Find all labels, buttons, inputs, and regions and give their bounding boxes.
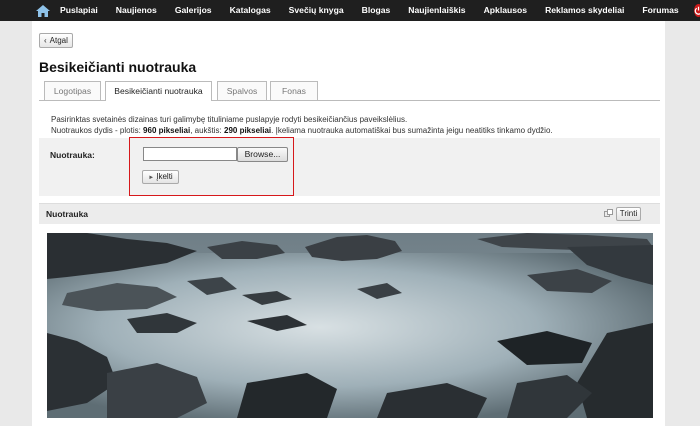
- delete-button[interactable]: Trinti: [616, 207, 641, 221]
- tab-logotipas[interactable]: Logotipas: [44, 81, 101, 100]
- photo-section-header: Nuotrauka Trinti: [39, 203, 660, 224]
- photo-field-label: Nuotrauka:: [50, 150, 95, 160]
- nav-item-forumas[interactable]: Forumas: [633, 0, 687, 21]
- info-line-2: Nuotraukos dydis - plotis: 960 pikseliai…: [51, 125, 553, 136]
- tab-spalvos[interactable]: Spalvos: [217, 81, 267, 100]
- upload-button[interactable]: ► Įkelti: [142, 170, 179, 184]
- nav-item-sveciu-knyga[interactable]: Svečių knyga: [280, 0, 353, 21]
- file-path-input[interactable]: [143, 147, 237, 161]
- width-value: 960 pikseliai: [143, 126, 191, 135]
- browse-button[interactable]: Browse...: [237, 147, 288, 162]
- main-menu: Puslapiai Naujienos Galerijos Katalogas …: [51, 0, 688, 21]
- nav-item-katalogas[interactable]: Katalogas: [221, 0, 280, 21]
- upload-highlight-box: [129, 137, 294, 196]
- upload-button-label: Įkelti: [156, 172, 173, 181]
- nav-item-naujienos[interactable]: Naujienos: [107, 0, 166, 21]
- top-navigation-bar: Puslapiai Naujienos Galerijos Katalogas …: [0, 0, 700, 21]
- info-line-1: Pasirinktas svetainės dizainas turi gali…: [51, 115, 408, 124]
- nav-item-apklausos[interactable]: Apklausos: [475, 0, 536, 21]
- rotating-photo: [47, 233, 653, 418]
- play-arrow-icon: ►: [148, 175, 155, 181]
- tab-bar: Logotipas Besikeičianti nuotrauka Spalvo…: [39, 81, 660, 101]
- info-height-label: , aukštis:: [190, 126, 224, 135]
- height-value: 290 pikseliai: [224, 126, 272, 135]
- image-size-info: Pasirinktas svetainės dizainas turi gali…: [51, 114, 553, 136]
- page-title: Besikeičianti nuotrauka: [39, 59, 197, 75]
- nav-item-puslapiai[interactable]: Puslapiai: [51, 0, 107, 21]
- tab-fonas[interactable]: Fonas: [270, 81, 318, 100]
- nav-item-galerijos[interactable]: Galerijos: [166, 0, 221, 21]
- info-resize-note: . Įkeliama nuotrauka automatiškai bus su…: [271, 126, 553, 135]
- power-icon[interactable]: [693, 4, 700, 17]
- nav-item-reklamos-skydeliai[interactable]: Reklamos skydeliai: [536, 0, 633, 21]
- nav-item-blogas[interactable]: Blogas: [353, 0, 400, 21]
- nav-item-naujienlaiskis[interactable]: Naujienlaiškis: [399, 0, 474, 21]
- tab-besikeicianti-nuotrauka[interactable]: Besikeičianti nuotrauka: [105, 81, 212, 101]
- chevron-left-icon: ‹: [44, 36, 47, 45]
- info-size-label: Nuotraukos dydis - plotis:: [51, 126, 144, 135]
- link-icon[interactable]: [604, 209, 613, 218]
- home-icon[interactable]: [35, 0, 51, 21]
- section-title: Nuotrauka: [46, 209, 89, 219]
- back-button-label: Atgal: [49, 36, 68, 45]
- back-button[interactable]: ‹ Atgal: [39, 33, 73, 48]
